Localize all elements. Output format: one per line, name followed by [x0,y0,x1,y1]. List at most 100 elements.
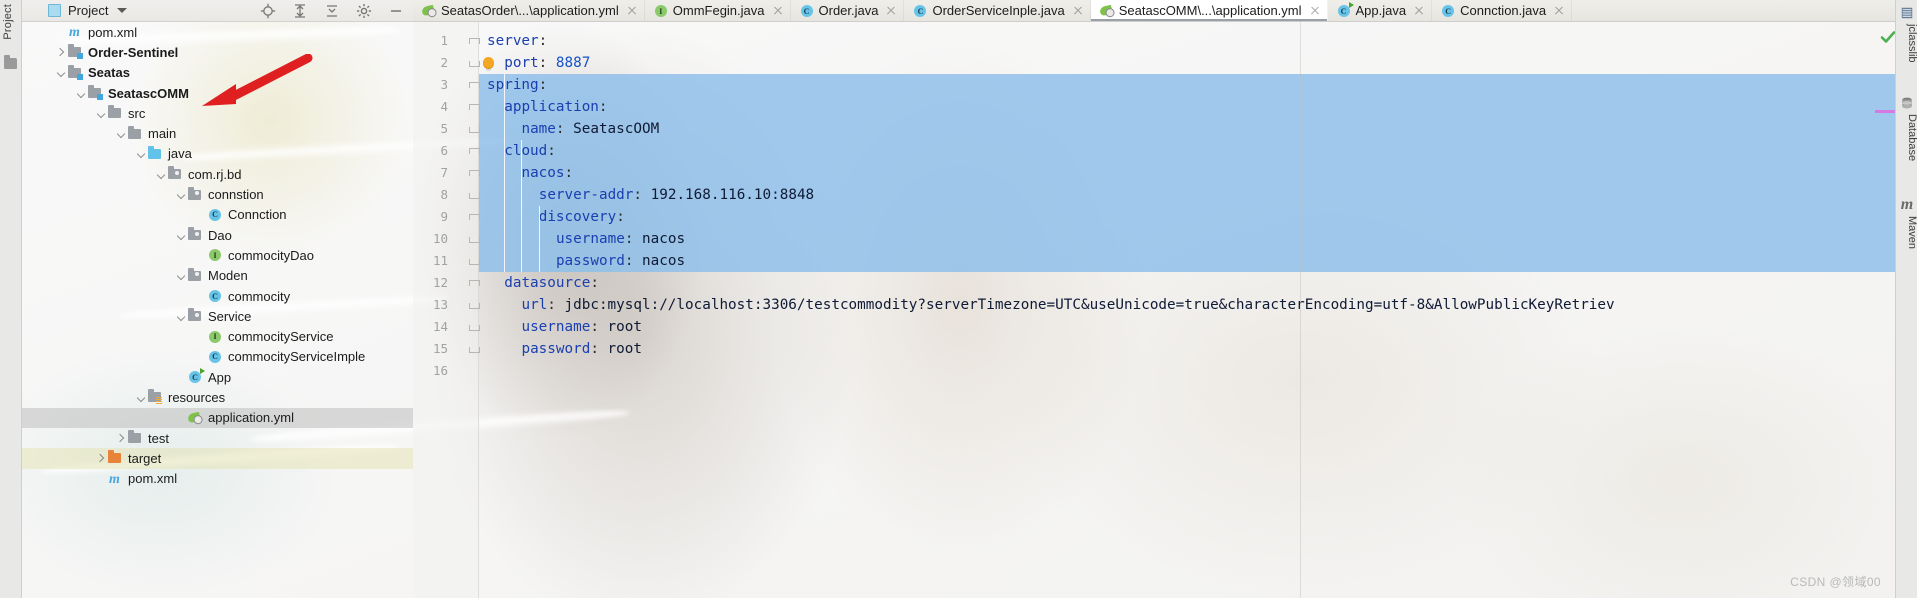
tool-window-button-project[interactable]: Project [2,4,14,40]
tree-node-main[interactable]: main [22,123,413,143]
close-icon[interactable] [626,5,638,17]
expand-all-icon[interactable] [292,3,308,19]
chevron-down-icon[interactable] [136,148,147,159]
tree-node-seatascomm[interactable]: SeatascOMM [22,83,413,103]
code-fold-icon[interactable] [469,58,480,67]
code-fold-icon[interactable] [469,278,480,287]
minimize-icon[interactable] [388,3,404,19]
chevron-down-icon[interactable] [96,108,107,119]
tree-node-com-rj-bd[interactable]: com.rj.bd [22,164,413,184]
editor-tab-bar[interactable]: SeatasOrder\...\application.yml I OmmFegin… [413,0,1917,22]
tree-node-application-yml[interactable]: application.yml [22,407,413,428]
chevron-down-icon[interactable] [116,128,127,139]
chevron-down-icon[interactable] [136,392,147,403]
structure-folder-icon[interactable] [4,55,17,69]
tool-window-button-database[interactable]: Database [1896,114,1917,161]
code-line[interactable]: nacos: [479,162,573,184]
close-icon[interactable] [772,5,784,17]
code-fold-icon[interactable] [469,36,480,45]
project-tree[interactable]: m pom.xml Order-Sentinel Seatas SeatascOMM sr… [22,22,413,598]
tree-node-moden[interactable]: Moden [22,266,413,286]
locate-icon[interactable] [260,3,276,19]
tree-node-commocityservice[interactable]: IcommocityService [22,326,413,346]
code-fold-icon[interactable] [469,168,480,177]
code-editor[interactable]: 1 2 3 4 5 6 7 8 9 10 11 12 13 14 15 16 server: port: 888… [413,22,1917,598]
chevron-down-icon[interactable] [117,8,128,13]
tree-node-pom-xml[interactable]: m pom.xml [22,469,413,489]
code-line[interactable]: cloud: [479,140,556,162]
code-line[interactable]: server: [479,30,547,52]
database-icon[interactable] [1900,96,1914,110]
code-line[interactable]: name: SeatascOOM [479,118,659,140]
tree-node-connction[interactable]: C Connction [22,205,413,225]
editor-tab-seatascomm-application-yml[interactable]: SeatascOMM\...\application.yml [1090,0,1328,21]
tree-node-app[interactable]: C App [22,367,413,387]
tree-node-connstion[interactable]: connstion [22,184,413,204]
chevron-down-icon[interactable] [76,88,87,99]
code-line[interactable]: discovery: [479,206,625,228]
tool-window-button-jclasslib[interactable]: jclasslib [1896,24,1917,63]
chevron-down-icon[interactable] [176,311,187,322]
code-fold-icon[interactable] [469,322,480,331]
tree-node-java[interactable]: java [22,144,413,164]
chevron-down-icon[interactable] [176,230,187,241]
tool-window-button-maven[interactable]: Maven [1896,216,1917,249]
tree-node-service[interactable]: Service [22,306,413,326]
editor-tab-orderserviceinple-java[interactable]: C OrderServiceInple.java [904,0,1091,21]
chevron-down-icon[interactable] [176,270,187,281]
code-line[interactable]: port: 8887 [479,52,590,74]
tree-node-commocity[interactable]: Ccommocity [22,286,413,306]
tree-node-commocitydao[interactable]: IcommocityDao [22,245,413,265]
maven-icon[interactable]: m [1900,196,1914,213]
chevron-right-icon[interactable] [56,47,67,58]
tree-node-seatas[interactable]: Seatas [22,63,413,83]
tree-node-test[interactable]: test [22,428,413,448]
chevron-down-icon[interactable] [56,67,67,78]
code-line[interactable]: datasource: [479,272,599,294]
code-fold-icon[interactable] [469,80,480,89]
tree-node-pom-xml[interactable]: m pom.xml [22,22,413,42]
code-line[interactable]: username: root [479,316,642,338]
code-fold-icon[interactable] [469,300,480,309]
code-fold-icon[interactable] [469,256,480,265]
close-icon[interactable] [1072,5,1084,17]
code-fold-icon[interactable] [469,212,480,221]
editor-tab-seatasorder-application-yml[interactable]: SeatasOrder\...\application.yml [413,0,645,21]
close-icon[interactable] [1553,5,1565,17]
chevron-right-icon[interactable] [96,453,107,464]
code-fold-icon[interactable] [469,190,480,199]
chevron-down-icon[interactable] [176,189,187,200]
chevron-down-icon[interactable] [156,169,167,180]
jclasslib-icon[interactable] [1900,6,1914,20]
tree-node-src[interactable]: src [22,103,413,123]
code-fold-icon[interactable] [469,146,480,155]
editor-tab-order-java[interactable]: C Order.java [791,0,905,21]
code-line[interactable]: spring: [479,74,547,96]
code-fold-icon[interactable] [469,102,480,111]
tree-node-order-sentinel[interactable]: Order-Sentinel [22,42,413,62]
code-line[interactable]: server-addr: 192.168.116.10:8848 [479,184,814,206]
editor-gutter[interactable]: 1 2 3 4 5 6 7 8 9 10 11 12 13 14 15 16 [413,22,480,598]
code-line[interactable]: password: nacos [479,250,685,272]
editor-tab-connction-java[interactable]: C Connction.java [1432,0,1573,21]
tree-node-dao[interactable]: Dao [22,225,413,245]
editor-marker-stripe[interactable] [1875,110,1895,113]
collapse-all-icon[interactable] [324,3,340,19]
code-fold-icon[interactable] [469,234,480,243]
editor-tab-app-java[interactable]: C App.java [1328,0,1433,21]
close-icon[interactable] [1413,5,1425,17]
close-icon[interactable] [885,5,897,17]
code-fold-icon[interactable] [469,344,480,353]
tree-node-resources[interactable]: resources [22,387,413,407]
chevron-right-icon[interactable] [116,433,127,444]
gear-icon[interactable] [356,3,372,19]
close-icon[interactable] [1309,5,1321,17]
tree-node-commocityserviceimple[interactable]: CcommocityServiceImple [22,347,413,367]
editor-tab-ommfegin-java[interactable]: I OmmFegin.java [645,0,791,21]
tree-node-target[interactable]: target [22,448,413,469]
code-line[interactable]: url: jdbc:mysql://localhost:3306/testcom… [479,294,1614,316]
code-content[interactable]: server: port: 8887 spring: application: name… [479,22,1917,598]
code-line[interactable]: application: [479,96,607,118]
code-line[interactable]: username: nacos [479,228,685,250]
code-fold-icon[interactable] [469,124,480,133]
